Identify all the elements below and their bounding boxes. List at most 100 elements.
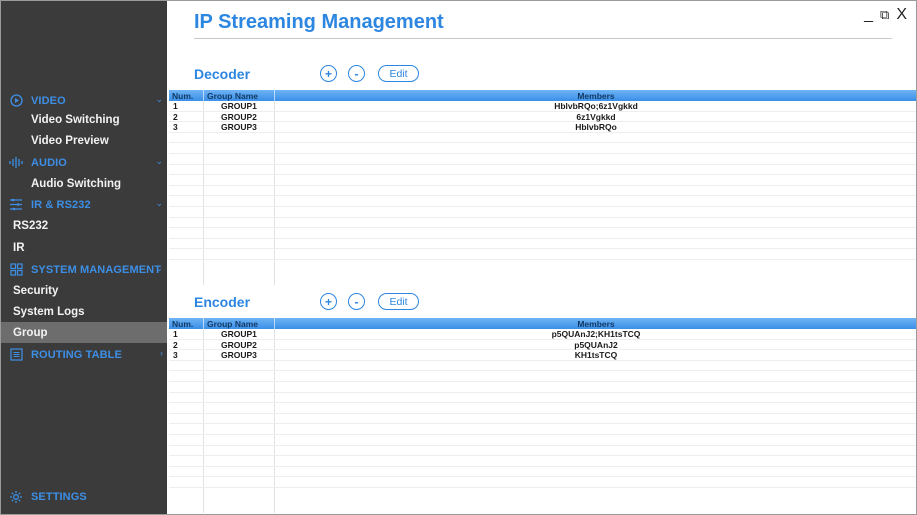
column-header-group-name[interactable]: Group Name [207, 319, 258, 329]
decoder-edit-button[interactable]: Edit [378, 65, 419, 82]
empty-row [169, 239, 916, 250]
nav-section-ir-rs232[interactable]: IR & RS232 ⌄ [1, 194, 167, 215]
table-row[interactable]: 2 GROUP2 6z1Vgkkd [169, 112, 916, 123]
empty-row [169, 477, 916, 488]
column-divider [203, 90, 204, 101]
empty-row [169, 143, 916, 154]
sidebar-item-audio-switching[interactable]: Audio Switching [1, 173, 167, 194]
sidebar-item-security[interactable]: Security [1, 280, 167, 301]
nav-section-label: ROUTING TABLE [31, 348, 122, 361]
cell-num: 1 [173, 101, 178, 111]
column-header-group-name[interactable]: Group Name [207, 91, 258, 101]
empty-row [169, 196, 916, 207]
cell-num: 2 [173, 339, 178, 350]
table-body: 1 GROUP1 HblvbRQo;6z1Vgkkd 2 GROUP2 6z1V… [169, 101, 916, 285]
page-title: IP Streaming Management [194, 11, 444, 33]
close-button[interactable]: X [896, 6, 907, 24]
empty-row [169, 446, 916, 457]
table-row[interactable]: 1 GROUP1 HblvbRQo;6z1Vgkkd [169, 101, 916, 112]
video-icon [9, 94, 23, 108]
empty-row [169, 175, 916, 186]
decoder-remove-button[interactable]: - [348, 65, 365, 82]
encoder-edit-button[interactable]: Edit [378, 293, 419, 310]
sidebar-item-video-switching[interactable]: Video Switching [1, 109, 167, 130]
cell-group-name: GROUP2 [221, 111, 257, 122]
table-row[interactable]: 3 GROUP3 KH1tsTCQ [169, 350, 916, 361]
cell-members: HblvbRQo;6z1Vgkkd [554, 101, 638, 111]
empty-row [169, 382, 916, 393]
nav-section-routing-table[interactable]: ROUTING TABLE › [1, 344, 167, 365]
sidebar-item-video-preview[interactable]: Video Preview [1, 130, 167, 151]
table-row[interactable]: 1 GROUP1 p5QUAnJ2;KH1tsTCQ [169, 329, 916, 340]
chevron-down-icon: ⌄ [155, 263, 163, 273]
empty-row [169, 371, 916, 382]
empty-row [169, 133, 916, 144]
column-header-num[interactable]: Num. [172, 319, 193, 329]
sidebar-item-ir[interactable]: IR [1, 237, 167, 258]
chevron-down-icon: ⌄ [155, 156, 163, 166]
table-row[interactable]: 2 GROUP2 p5QUAnJ2 [169, 340, 916, 351]
nav-section-label: AUDIO [31, 156, 67, 169]
cell-group-name: GROUP2 [221, 339, 257, 350]
chevron-down-icon: ⌄ [155, 94, 163, 104]
nav-section-label: VIDEO [31, 94, 66, 107]
minimize-button[interactable]: _ [864, 6, 873, 24]
table-body: 1 GROUP1 p5QUAnJ2;KH1tsTCQ 2 GROUP2 p5QU… [169, 329, 916, 513]
cell-members: p5QUAnJ2;KH1tsTCQ [551, 329, 641, 339]
cell-group-name: GROUP3 [221, 122, 257, 133]
empty-row [169, 218, 916, 229]
nav-section-label: SYSTEM MANAGEMENT [31, 263, 162, 276]
empty-row [169, 186, 916, 197]
table-header: Num. Group Name Members [169, 90, 916, 101]
column-header-members[interactable]: Members [276, 91, 916, 101]
sidebar-item-group[interactable]: Group [1, 322, 167, 343]
cell-group-name: GROUP3 [221, 350, 257, 361]
empty-row [169, 456, 916, 467]
encoder-title: Encoder [194, 294, 251, 310]
sidebar: VIDEO ⌄ Video Switching Video Preview AU… [1, 1, 167, 514]
cell-members: p5QUAnJ2 [574, 339, 618, 350]
empty-row [169, 228, 916, 239]
empty-row [169, 424, 916, 435]
empty-row [169, 467, 916, 478]
column-divider [203, 318, 204, 329]
column-header-num[interactable]: Num. [172, 91, 193, 101]
cell-num: 1 [173, 329, 178, 339]
empty-row [169, 154, 916, 165]
nav-section-system-management[interactable]: SYSTEM MANAGEMENT ⌄ [1, 259, 167, 280]
restore-button[interactable]: ⧉ [880, 6, 889, 24]
routing-icon [9, 348, 23, 362]
nav-section-video[interactable]: VIDEO ⌄ [1, 90, 167, 111]
encoder-add-button[interactable]: + [320, 293, 337, 310]
settings-button[interactable]: SETTINGS [1, 486, 167, 507]
column-header-members[interactable]: Members [276, 319, 916, 329]
empty-row [169, 393, 916, 404]
decoder-add-button[interactable]: + [320, 65, 337, 82]
chevron-down-icon: ⌄ [155, 198, 163, 208]
empty-row [169, 435, 916, 446]
empty-row [169, 414, 916, 425]
empty-row [169, 403, 916, 414]
empty-row [169, 165, 916, 176]
sidebar-item-rs232[interactable]: RS232 [1, 215, 167, 236]
column-divider [274, 318, 275, 329]
chevron-right-icon: › [160, 348, 163, 358]
cell-num: 3 [173, 350, 178, 361]
gear-icon [9, 490, 23, 504]
table-header: Num. Group Name Members [169, 318, 916, 329]
cell-group-name: GROUP1 [221, 101, 257, 111]
cell-members: KH1tsTCQ [574, 350, 618, 361]
nav-section-audio[interactable]: AUDIO ⌄ [1, 152, 167, 173]
cell-group-name: GROUP1 [221, 329, 257, 339]
sidebar-item-system-logs[interactable]: System Logs [1, 301, 167, 322]
nav-section-label: IR & RS232 [31, 198, 91, 211]
empty-row [169, 361, 916, 372]
table-row[interactable]: 3 GROUP3 HblvbRQo [169, 122, 916, 133]
cell-num: 2 [173, 111, 178, 122]
ir-icon [9, 198, 23, 212]
encoder-table: Num. Group Name Members 1 GROUP1 p5QUAnJ… [169, 318, 916, 513]
title-divider [194, 38, 892, 39]
encoder-remove-button[interactable]: - [348, 293, 365, 310]
empty-row [169, 207, 916, 218]
cell-members: 6z1Vgkkd [576, 111, 616, 122]
